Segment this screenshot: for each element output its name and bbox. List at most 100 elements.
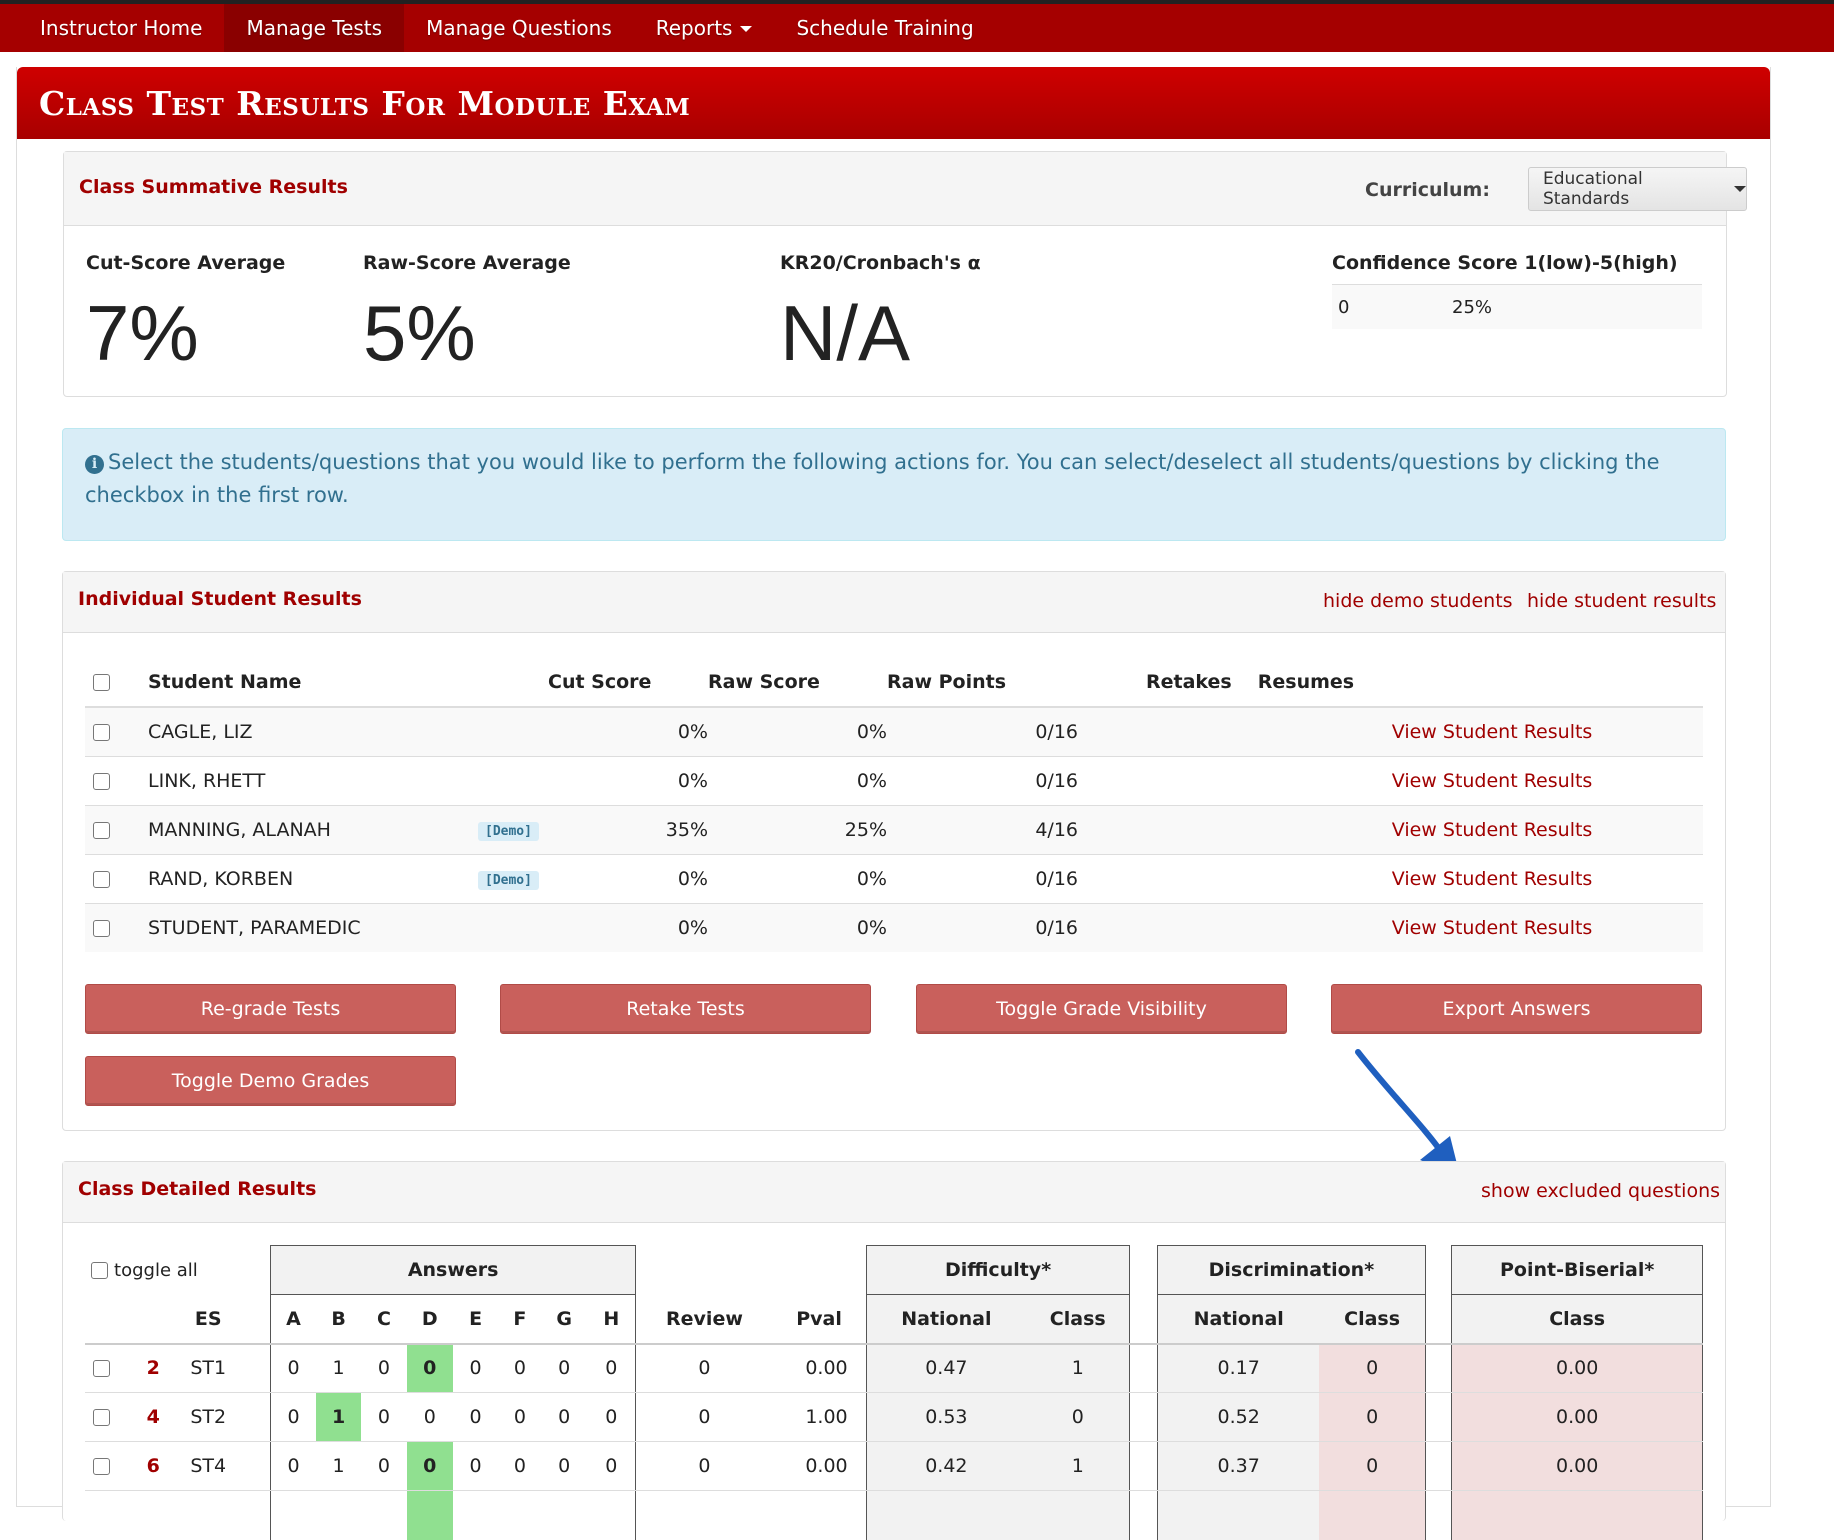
toggle-grade-visibility-button[interactable]: Toggle Grade Visibility <box>916 984 1287 1034</box>
row-checkbox[interactable] <box>93 1458 110 1475</box>
nav-manage-questions[interactable]: Manage Questions <box>404 4 634 52</box>
difficulty-national: 0.42 <box>865 1441 1027 1491</box>
table-row: MANNING, ALANAH [Demo] 35% 25% 4/16 View… <box>85 804 1703 854</box>
curriculum-dropdown[interactable]: Educational Standards <box>1528 167 1747 211</box>
raw-points: 0/16 <box>887 755 1078 805</box>
answer-count: 0 <box>361 1392 407 1442</box>
question-number-link[interactable]: 4 <box>133 1392 173 1442</box>
retake-tests-button[interactable]: Retake Tests <box>500 984 871 1034</box>
panel-header: Class Detailed Results show excluded que… <box>63 1162 1725 1223</box>
student-table: Student Name Cut Score Raw Score Raw Poi… <box>85 658 1703 952</box>
view-student-results-link[interactable]: View Student Results <box>1391 706 1703 756</box>
show-excluded-questions-link[interactable]: show excluded questions <box>1481 1180 1720 1202</box>
review-count: 0 <box>635 1392 773 1442</box>
answer-count: 0 <box>587 1392 637 1442</box>
student-name: RAND, KORBEN <box>148 853 478 903</box>
cut-score: 35% <box>548 804 708 854</box>
col-discrimination-class: Class <box>1319 1294 1426 1344</box>
demo-badge: [Demo] <box>478 822 539 841</box>
toggle-all-checkbox[interactable] <box>91 1262 108 1279</box>
caret-down-icon <box>1734 186 1746 192</box>
raw-score: 0% <box>708 755 887 805</box>
difficulty-group-header: Difficulty* <box>865 1245 1131 1295</box>
col-retakes: Retakes <box>1078 658 1232 708</box>
col-pval: Pval <box>796 1307 842 1330</box>
col-point-biserial-class: Class <box>1451 1294 1703 1344</box>
point-biserial-class: 0.00 <box>1451 1441 1703 1491</box>
point-biserial-group-header: Point-Biserial* <box>1451 1245 1703 1295</box>
nav-label: Manage Questions <box>426 16 612 40</box>
nav-manage-tests[interactable]: Manage Tests <box>224 4 405 52</box>
raw-score: 0% <box>708 902 887 952</box>
alert-text: Select the students/questions that you w… <box>85 450 1660 507</box>
class-summative-panel: Class Summative Results Curriculum: Educ… <box>63 151 1747 397</box>
point-biserial-class: 0.00 <box>1451 1392 1703 1442</box>
view-student-results-link[interactable]: View Student Results <box>1391 853 1703 903</box>
col-cut-score: Cut Score <box>548 658 708 708</box>
demo-badge: [Demo] <box>478 871 539 890</box>
hide-demo-students-link[interactable]: hide demo students <box>1323 590 1513 612</box>
row-checkbox[interactable] <box>93 1360 110 1378</box>
panel-header: Class Summative Results Curriculum: Educ… <box>64 152 1747 226</box>
view-student-results-link[interactable]: View Student Results <box>1391 804 1703 854</box>
discrimination-class: 0 <box>1319 1343 1426 1393</box>
raw-points: 0/16 <box>887 902 1078 952</box>
answer-count: 0 <box>452 1343 499 1393</box>
nav-schedule-training[interactable]: Schedule Training <box>774 4 995 52</box>
row-checkbox[interactable] <box>93 772 110 790</box>
table-row: LINK, RHETT 0% 0% 0/16 View Student Resu… <box>85 755 1703 805</box>
nav-reports[interactable]: Reports <box>634 4 775 52</box>
view-student-results-link[interactable]: View Student Results <box>1391 902 1703 952</box>
nav-instructor-home[interactable]: Instructor Home <box>18 4 224 52</box>
student-name: STUDENT, PARAMEDIC <box>148 902 478 952</box>
answer-count-correct: 0 <box>406 1441 453 1491</box>
nav-label: Schedule Training <box>796 16 974 40</box>
answer-count-correct: 1 <box>316 1392 361 1442</box>
cut-score-stat: Cut-Score Average 7% <box>86 252 285 379</box>
col-difficulty-class: Class <box>1026 1294 1131 1344</box>
toggle-demo-grades-button[interactable]: Toggle Demo Grades <box>85 1056 456 1106</box>
regrade-tests-button[interactable]: Re-grade Tests <box>85 984 456 1034</box>
answer-count: 0 <box>361 1441 407 1491</box>
view-student-results-link[interactable]: View Student Results <box>1391 755 1703 805</box>
answer-count: 0 <box>498 1343 542 1393</box>
confidence-value: 0 <box>1338 296 1350 318</box>
row-checkbox[interactable] <box>93 870 110 888</box>
table-row: 2 ST1 0 1 0 0 0 0 0 0 0 0.00 0.47 1 0.17… <box>85 1343 1703 1393</box>
raw-points: 0/16 <box>887 853 1078 903</box>
stat-label: KR20/Cronbach's α <box>780 252 981 274</box>
hide-student-results-link[interactable]: hide student results <box>1527 590 1716 612</box>
answer-count: 0 <box>269 1343 317 1393</box>
export-answers-button[interactable]: Export Answers <box>1331 984 1702 1034</box>
discrimination-class: 0 <box>1319 1441 1426 1491</box>
select-all-checkbox[interactable] <box>93 674 110 691</box>
student-name: CAGLE, LIZ <box>148 706 478 756</box>
row-checkbox[interactable] <box>93 821 110 839</box>
class-detailed-panel: Class Detailed Results show excluded que… <box>62 1161 1726 1540</box>
row-checkbox[interactable] <box>93 1409 110 1426</box>
raw-score: 25% <box>708 804 887 854</box>
info-alert: i Select the students/questions that you … <box>62 428 1726 541</box>
discrimination-class: 0 <box>1319 1392 1426 1442</box>
confidence-percent: 25% <box>1452 296 1493 318</box>
answer-count: 0 <box>452 1441 499 1491</box>
difficulty-class: 1 <box>1026 1343 1131 1393</box>
es-code: ST4 <box>172 1441 244 1491</box>
review-count: 0 <box>635 1343 773 1393</box>
panel-title: Individual Student Results <box>78 588 362 610</box>
nav-label: Manage Tests <box>246 16 383 40</box>
question-number-link[interactable]: 2 <box>133 1343 173 1393</box>
es-code: ST2 <box>172 1392 244 1442</box>
col-answer-f: F <box>498 1294 542 1344</box>
answer-count: 0 <box>541 1392 588 1442</box>
row-checkbox[interactable] <box>93 723 110 741</box>
question-number-link[interactable]: 6 <box>133 1441 173 1491</box>
answer-count: 0 <box>498 1441 542 1491</box>
stat-label: Raw-Score Average <box>363 252 571 274</box>
student-name: LINK, RHETT <box>148 755 478 805</box>
student-name: MANNING, ALANAH <box>148 804 478 854</box>
review-count: 0 <box>635 1441 773 1491</box>
col-discrimination-national: National <box>1156 1294 1320 1344</box>
row-checkbox[interactable] <box>93 919 110 937</box>
main-nav: Instructor Home Manage Tests Manage Ques… <box>0 4 1834 52</box>
